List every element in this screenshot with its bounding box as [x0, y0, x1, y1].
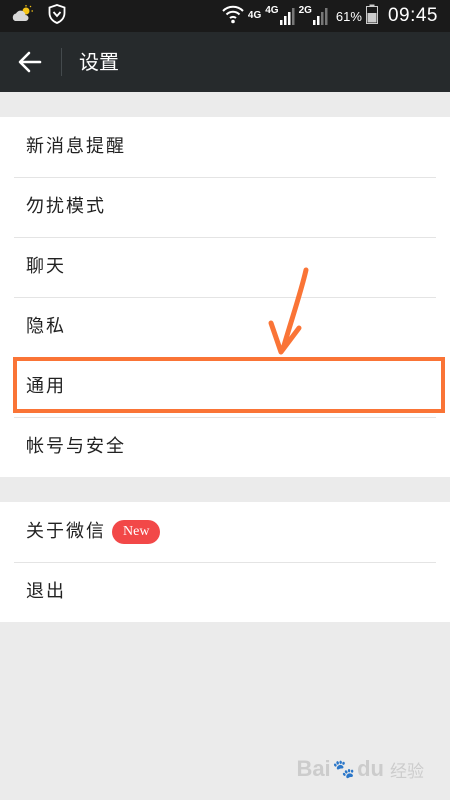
network-type-label: 4G: [247, 10, 262, 21]
title-divider: [61, 48, 62, 76]
settings-item-label: 通用: [26, 376, 66, 397]
settings-item-label: 关于微信: [26, 521, 106, 542]
arrow-left-icon: [18, 51, 42, 73]
back-button[interactable]: [10, 42, 50, 82]
shield-icon: [48, 4, 66, 28]
settings-item-label: 退出: [26, 581, 66, 602]
settings-item-label: 帐号与安全: [26, 436, 126, 457]
settings-group-main: 新消息提醒 勿扰模式 聊天 隐私 通用 帐号与安全: [0, 117, 450, 477]
new-badge: New: [112, 520, 161, 544]
wifi-icon: [222, 4, 244, 28]
settings-item-label: 新消息提醒: [26, 136, 126, 157]
baidu-watermark: Bai 🐾 du 经验: [296, 756, 424, 782]
settings-item-account-security[interactable]: 帐号与安全: [0, 417, 450, 477]
signal-icon: [312, 8, 328, 25]
settings-item-new-message-alerts[interactable]: 新消息提醒: [0, 117, 450, 177]
settings-item-label: 隐私: [26, 316, 66, 337]
status-bar: 4G 4G 2G 61% 09:45: [0, 0, 450, 32]
settings-item-label: 聊天: [26, 256, 66, 277]
signal-block-3: 2G: [299, 6, 328, 26]
signal-block-1: 4G: [248, 11, 261, 21]
network-type-label: 2G: [298, 5, 312, 16]
signal-block-2: 4G: [265, 5, 295, 26]
settings-item-chat[interactable]: 聊天: [0, 237, 450, 297]
watermark-brand: Bai: [296, 756, 331, 781]
signal-icon: [279, 8, 295, 25]
watermark-sub: 经验: [390, 761, 424, 781]
battery-percent: 61%: [335, 8, 362, 24]
paw-icon: 🐾: [332, 758, 356, 779]
settings-item-about-wechat[interactable]: 关于微信 New: [0, 502, 450, 562]
settings-item-logout[interactable]: 退出: [0, 562, 450, 622]
network-type-label: 4G: [265, 5, 279, 16]
settings-item-privacy[interactable]: 隐私: [0, 297, 450, 357]
settings-item-general[interactable]: 通用: [0, 357, 450, 417]
page-title: 设置: [79, 50, 119, 74]
weather-icon: [12, 5, 34, 27]
settings-group-secondary: 关于微信 New 退出: [0, 502, 450, 622]
clock: 09:45: [387, 5, 438, 26]
settings-item-label: 勿扰模式: [26, 196, 106, 217]
battery-icon: [365, 4, 378, 28]
watermark-suffix: du: [357, 756, 384, 781]
title-bar: 设置: [0, 32, 450, 92]
settings-item-do-not-disturb[interactable]: 勿扰模式: [0, 177, 450, 237]
